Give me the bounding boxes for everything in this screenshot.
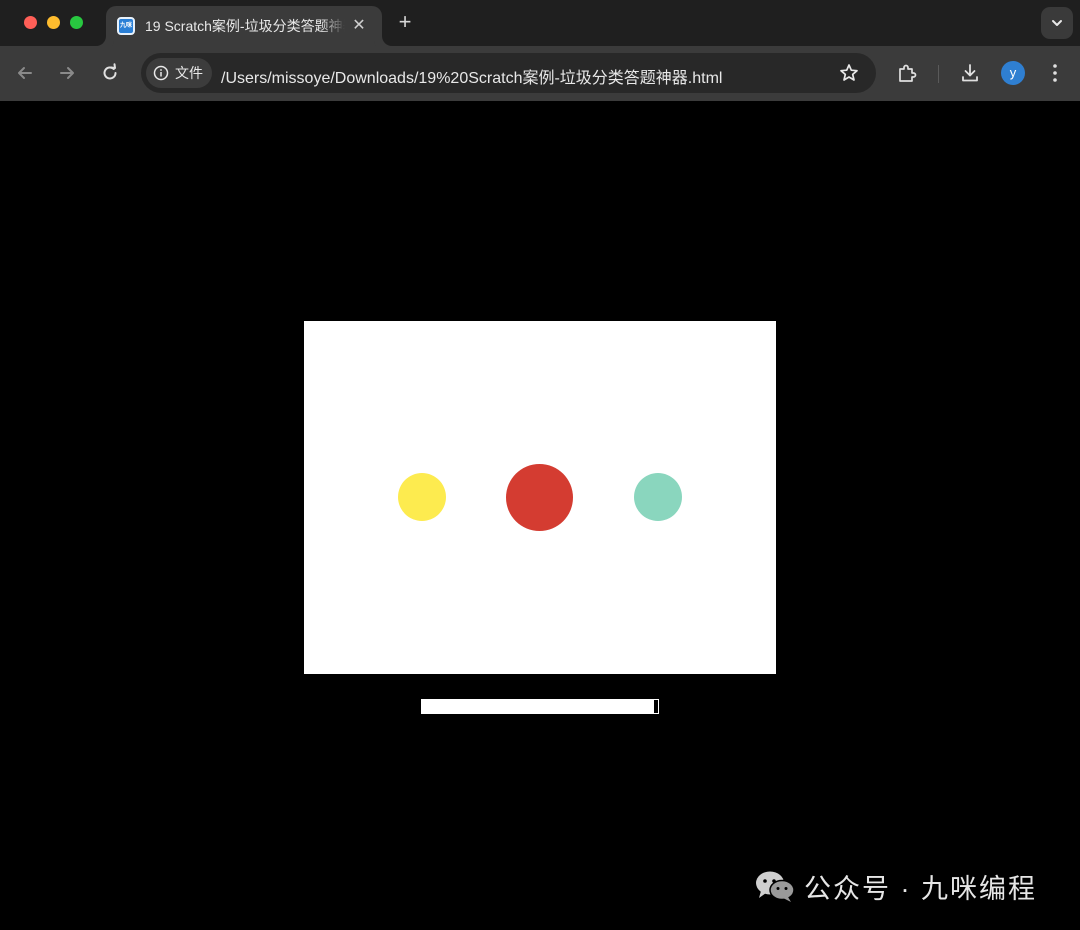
site-info-chip[interactable]: 文件 — [146, 58, 212, 88]
toolbar-separator — [938, 65, 939, 83]
fullscreen-window-button[interactable] — [70, 16, 83, 29]
chevron-down-icon — [1052, 20, 1062, 26]
loading-progress-bar — [421, 699, 659, 714]
star-icon — [840, 64, 858, 81]
watermark: 公众号 · 九咪编程 — [754, 866, 1037, 906]
tab-title: 19 Scratch案例-垃圾分类答题神器 — [145, 18, 345, 34]
more-vertical-icon — [1053, 64, 1057, 82]
download-icon — [962, 64, 978, 82]
address-bar[interactable]: 文件 /Users/missoye/Downloads/19%20Scratch… — [141, 53, 876, 93]
site-info-label: 文件 — [175, 65, 203, 81]
url-text[interactable]: /Users/missoye/Downloads/19%20Scratch案例-… — [221, 64, 722, 88]
watermark-text: 公众号 · 九咪编程 — [804, 873, 1037, 904]
favicon-text: 九咪 — [119, 23, 132, 29]
reload-icon — [103, 63, 117, 80]
close-window-button[interactable] — [24, 16, 37, 29]
scratch-stage[interactable] — [304, 321, 776, 674]
loading-progress-fill — [422, 700, 655, 713]
arrow-right-icon — [60, 67, 74, 79]
browser-toolbar: 文件 /Users/missoye/Downloads/19%20Scratch… — [0, 46, 1080, 101]
active-tab[interactable]: 九咪 19 Scratch案例-垃圾分类答题神器 ✕ — [106, 6, 382, 46]
reload-button[interactable] — [98, 61, 122, 85]
arrow-left-icon — [18, 67, 32, 79]
downloads-button[interactable] — [958, 61, 982, 85]
new-tab-button[interactable]: + — [394, 11, 416, 33]
extensions-button[interactable] — [895, 61, 919, 85]
tab-strip: 九咪 19 Scratch案例-垃圾分类答题神器 ✕ + — [0, 0, 1080, 46]
back-button[interactable] — [13, 61, 37, 85]
loading-dot-red — [506, 464, 573, 531]
tab-search-button[interactable] — [1041, 7, 1073, 39]
wechat-icon — [756, 871, 795, 902]
bookmark-star-button[interactable] — [838, 62, 860, 84]
site-favicon-icon: 九咪 — [117, 17, 135, 35]
profile-avatar[interactable]: y — [1001, 61, 1025, 85]
loading-dot-yellow — [398, 473, 446, 521]
forward-button[interactable] — [55, 61, 79, 85]
puzzle-icon — [899, 64, 917, 82]
tab-close-icon[interactable]: ✕ — [350, 17, 368, 35]
minimize-window-button[interactable] — [47, 16, 60, 29]
browser-menu-button[interactable] — [1043, 61, 1067, 85]
info-icon — [153, 65, 169, 81]
loading-dot-green — [634, 473, 682, 521]
